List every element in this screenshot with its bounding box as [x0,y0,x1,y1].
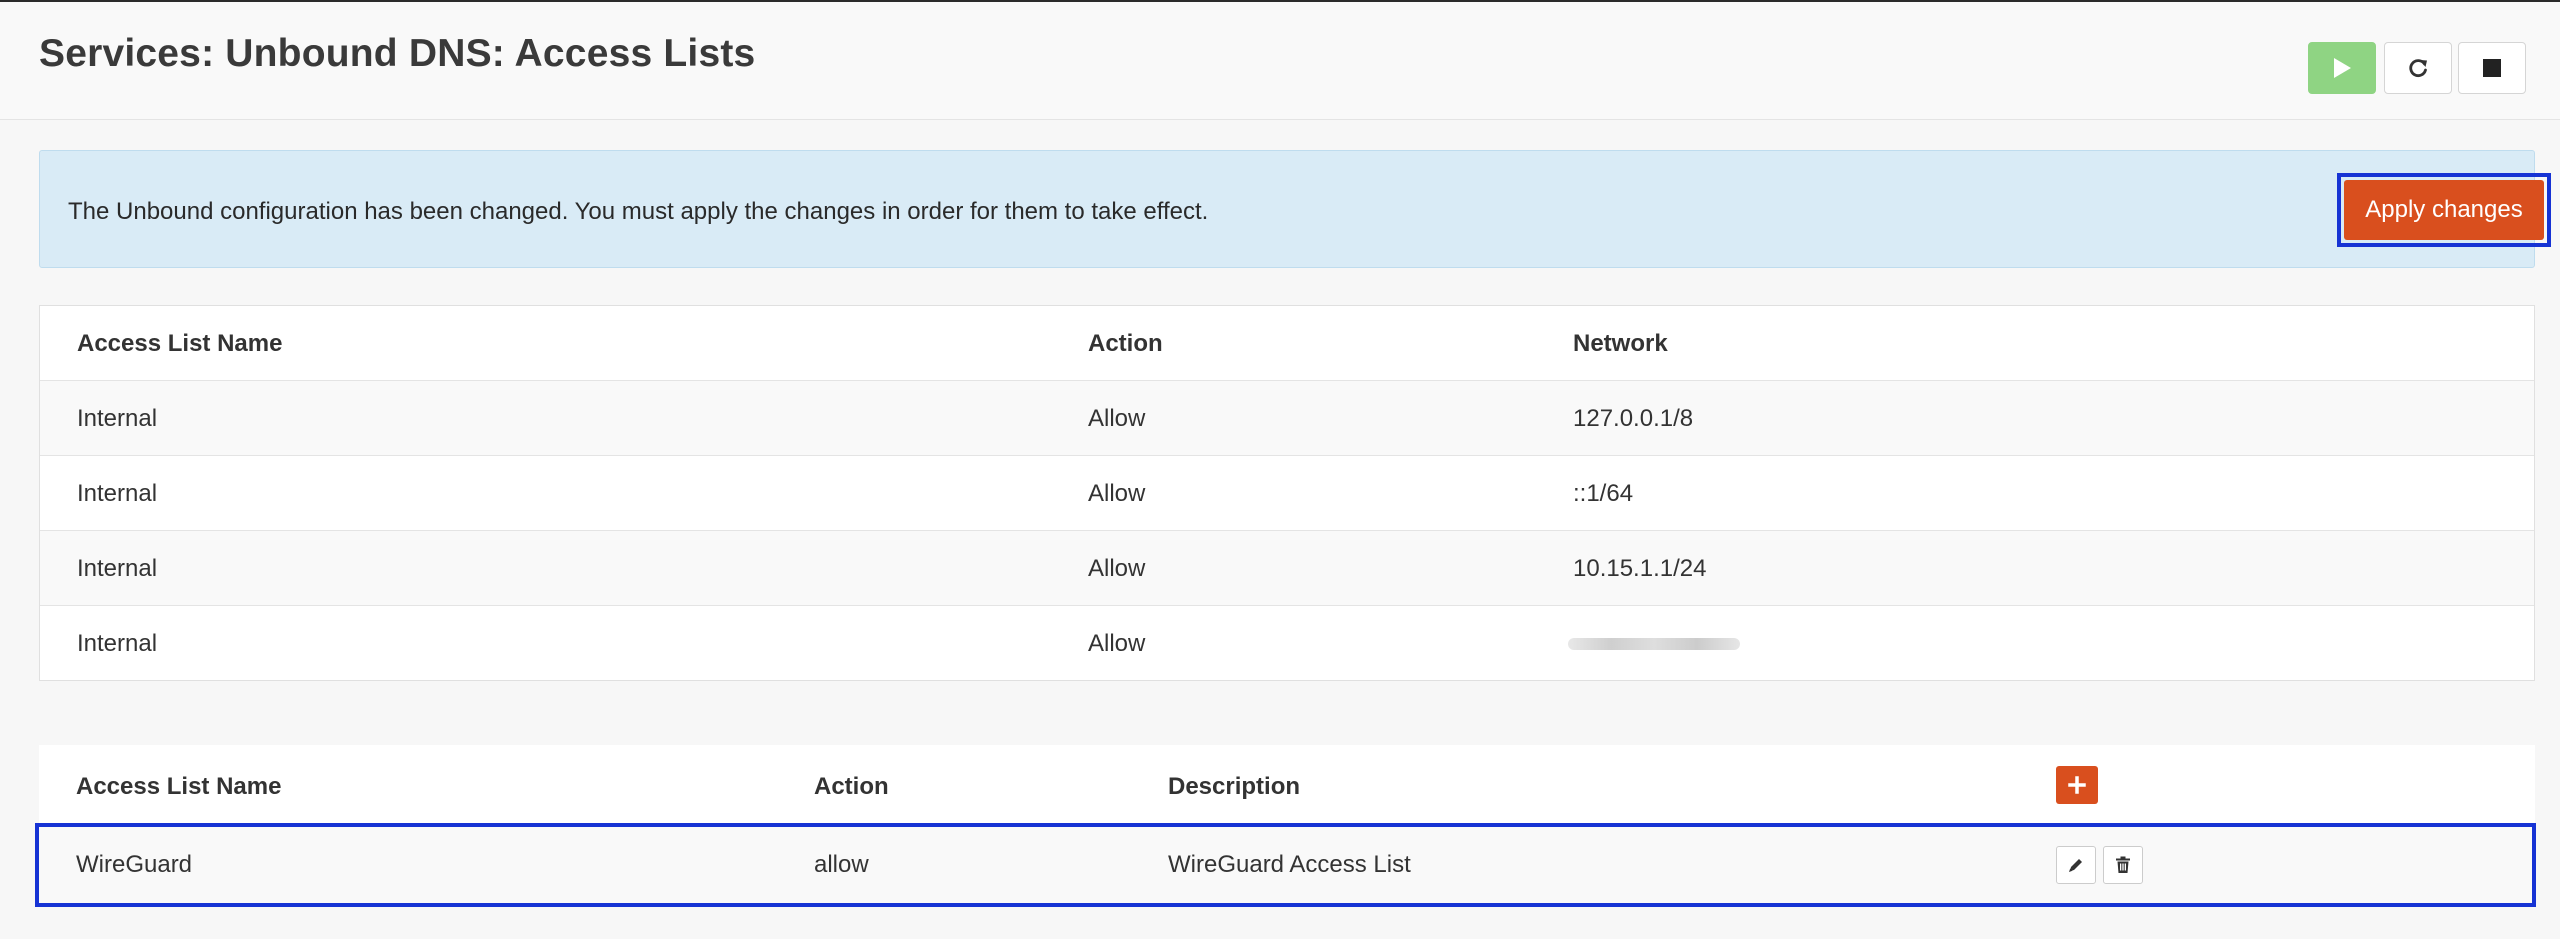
acl-name-cell: Internal [77,630,158,657]
stop-icon [2483,59,2501,77]
restart-service-button[interactable] [2384,42,2452,94]
acl-name-cell: Internal [77,480,158,507]
column-header-network: Network [1573,330,1668,357]
alert-message: The Unbound configuration has been chang… [68,198,1209,225]
acl-action-cell: Allow [1088,555,1146,582]
table-row: Internal Allow [40,606,2534,681]
table-row-wireguard[interactable]: WireGuard allow WireGuard Access List [35,823,2536,907]
changes-pending-alert: The Unbound configuration has been chang… [39,150,2551,268]
acl-action-cell: Allow [1088,405,1146,432]
play-icon [2334,58,2351,78]
acl-network-cell: 10.15.1.1/24 [1573,555,1707,582]
default-access-lists-table: Access List Name Action Network Internal… [39,305,2535,681]
page-header: Services: Unbound DNS: Access Lists [0,2,2560,120]
page-title: Services: Unbound DNS: Access Lists [39,32,756,75]
table-header-row: Access List Name Action Network [40,306,2534,381]
table-row: Internal Allow ::1/64 [40,456,2534,531]
restart-icon [2409,59,2427,77]
apply-changes-highlight: Apply changes [2337,173,2551,247]
column-header-action: Action [1088,330,1163,357]
plus-icon [2068,776,2086,794]
start-service-button[interactable] [2308,42,2376,94]
acl-name-cell: Internal [77,405,158,432]
edit-button[interactable] [2056,846,2096,884]
acl-network-cell: 127.0.0.1/8 [1573,405,1694,432]
table-row: Internal Allow 127.0.0.1/8 [40,381,2534,456]
acl-name-cell: WireGuard [76,851,193,878]
pencil-icon [2069,859,2082,872]
column-header-description: Description [1168,773,1301,800]
stop-service-button[interactable] [2458,42,2526,94]
acl-action-cell: Allow [1088,630,1146,657]
column-header-action: Action [814,773,889,800]
acl-action-cell: Allow [1088,480,1146,507]
apply-changes-button[interactable]: Apply changes [2344,180,2544,240]
acl-name-cell: Internal [77,555,158,582]
acl-network-cell: ::1/64 [1573,480,1634,507]
acl-action-cell: allow [814,851,869,878]
acl-description-cell: WireGuard Access List [1168,851,1411,878]
add-access-list-button[interactable] [2056,766,2098,804]
redacted-network-value [1568,638,1740,650]
column-header-name: Access List Name [76,773,282,800]
trash-icon [2116,856,2130,873]
delete-button[interactable] [2103,846,2143,884]
table-row: Internal Allow 10.15.1.1/24 [40,531,2534,606]
column-header-name: Access List Name [77,330,283,357]
